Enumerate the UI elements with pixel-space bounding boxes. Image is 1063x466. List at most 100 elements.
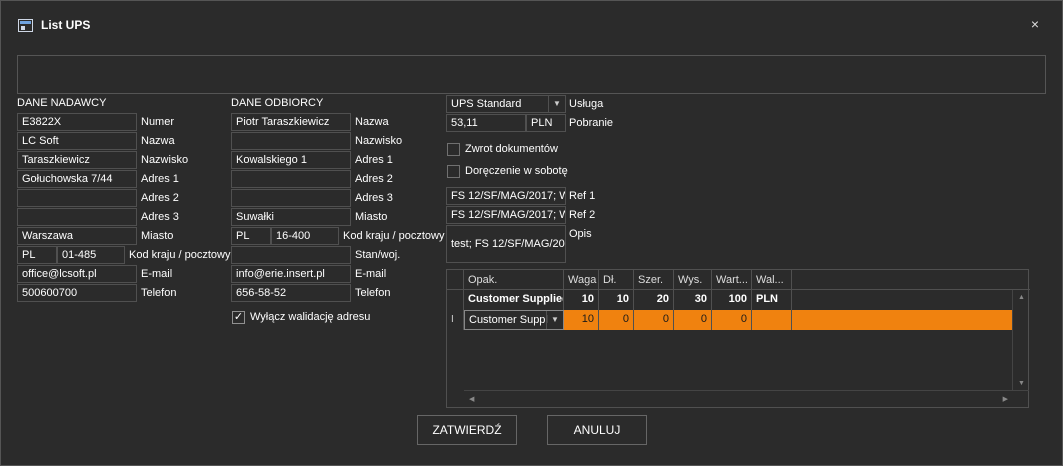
service-select-value: UPS Standard: [451, 98, 522, 110]
recipient-postal-label: Kod kraju / pocztowy: [343, 230, 445, 242]
cell-width[interactable]: 20: [634, 290, 674, 310]
close-icon[interactable]: ×: [1028, 17, 1042, 31]
recipient-email-label: E-mail: [355, 268, 387, 280]
recipient-phone-label: Telefon: [355, 287, 391, 299]
cell-currency[interactable]: [752, 310, 792, 330]
service-select[interactable]: UPS Standard ▼: [446, 95, 566, 113]
col-header-value[interactable]: Wart...: [712, 270, 752, 290]
cell-package-type-editor[interactable]: Customer Suppl ▼: [464, 310, 564, 330]
chevron-down-icon[interactable]: ▼: [548, 96, 565, 112]
sender-address1-label: Adres 1: [141, 173, 179, 185]
sender-city-field[interactable]: Warszawa: [17, 227, 137, 245]
recipient-email-field[interactable]: info@erie.insert.pl: [231, 265, 351, 283]
recipient-heading: DANE ODBIORCY: [231, 97, 324, 109]
ref2-label: Ref 2: [569, 209, 596, 221]
sender-address2-field[interactable]: [17, 189, 137, 207]
sender-surname-field[interactable]: Taraszkiewicz: [17, 151, 137, 169]
vertical-scrollbar[interactable]: ▲ ▼: [1012, 290, 1028, 391]
col-header-weight[interactable]: Waga: [564, 270, 599, 290]
cell-height[interactable]: 0: [674, 310, 712, 330]
recipient-name-label: Nazwa: [355, 116, 389, 128]
packages-grid[interactable]: Opak. Waga Dł. Szer. Wys. Wart... Wal...…: [446, 269, 1030, 408]
scroll-right-icon[interactable]: ▶: [1003, 395, 1008, 403]
service-label: Usługa: [569, 98, 604, 110]
sender-email-label: E-mail: [141, 268, 173, 280]
cell-weight[interactable]: 10: [564, 290, 599, 310]
disable-validation-label: Wyłącz walidację adresu: [250, 311, 371, 323]
sender-city-label: Miasto: [141, 230, 174, 242]
sender-heading: DANE NADAWCY: [17, 97, 107, 109]
recipient-city-label: Miasto: [355, 211, 388, 223]
recipient-address1-field[interactable]: Kowalskiego 1: [231, 151, 351, 169]
row-filler: [792, 310, 1013, 330]
recipient-address2-label: Adres 2: [355, 173, 393, 185]
recipient-address3-field[interactable]: [231, 189, 351, 207]
cod-currency-field[interactable]: PLN: [526, 114, 566, 132]
scroll-up-icon[interactable]: ▲: [1018, 294, 1025, 301]
sender-email-field[interactable]: office@lcsoft.pl: [17, 265, 137, 283]
cell-package-type[interactable]: Customer Supplied: [464, 290, 564, 310]
sender-name-field[interactable]: LC Soft: [17, 132, 137, 150]
sender-number-label: Numer: [141, 116, 175, 128]
sender-address3-field[interactable]: [17, 208, 137, 226]
recipient-state-label: Stan/woj.: [355, 249, 401, 261]
col-header-length[interactable]: Dł.: [599, 270, 634, 290]
cell-weight[interactable]: 10: [564, 310, 599, 330]
ref1-label: Ref 1: [569, 190, 596, 202]
sender-address2-label: Adres 2: [141, 192, 179, 204]
col-header-filler: [792, 270, 1030, 290]
cancel-button[interactable]: ANULUJ: [547, 415, 647, 445]
return-docs-label: Zwrot dokumentów: [465, 143, 558, 155]
sender-phone-label: Telefon: [141, 287, 177, 299]
cell-height[interactable]: 30: [674, 290, 712, 310]
saturday-delivery-label: Doręczenie w sobotę: [465, 165, 568, 177]
grid-corner-header: [447, 270, 464, 290]
sender-postal-label: Kod kraju / pocztowy: [129, 249, 231, 261]
cell-length[interactable]: 0: [599, 310, 634, 330]
recipient-address2-field[interactable]: [231, 170, 351, 188]
col-header-height[interactable]: Wys.: [674, 270, 712, 290]
cell-value[interactable]: 0: [712, 310, 752, 330]
cod-label: Pobranie: [569, 117, 614, 129]
recipient-surname-field[interactable]: [231, 132, 351, 150]
sender-number-field[interactable]: E3822X: [17, 113, 137, 131]
cod-amount-field[interactable]: 53,11: [446, 114, 526, 132]
recipient-city-field[interactable]: Suwałki: [231, 208, 351, 226]
ref2-field[interactable]: FS 12/SF/MAG/2017; WZ: [446, 206, 566, 224]
edit-row-indicator-icon[interactable]: I: [447, 310, 464, 330]
cell-currency[interactable]: PLN: [752, 290, 792, 310]
saturday-delivery-checkbox[interactable]: [447, 165, 460, 178]
sender-postal-field[interactable]: 01-485: [57, 246, 125, 264]
cell-package-type-value: Customer Suppl: [469, 314, 548, 326]
description-label: Opis: [569, 228, 592, 240]
col-header-package[interactable]: Opak.: [464, 270, 564, 290]
cell-width[interactable]: 0: [634, 310, 674, 330]
ref1-field[interactable]: FS 12/SF/MAG/2017; WZ: [446, 187, 566, 205]
recipient-address3-label: Adres 3: [355, 192, 393, 204]
recipient-state-field[interactable]: [231, 246, 351, 264]
scroll-left-icon[interactable]: ◀: [469, 395, 474, 403]
recipient-name-field[interactable]: Piotr Taraszkiewicz: [231, 113, 351, 131]
recipient-country-field[interactable]: PL: [231, 227, 271, 245]
row-header[interactable]: [447, 290, 464, 310]
horizontal-scrollbar[interactable]: ◀ ▶: [464, 390, 1029, 407]
col-header-width[interactable]: Szer.: [634, 270, 674, 290]
sender-surname-label: Nazwisko: [141, 154, 189, 166]
return-docs-checkbox[interactable]: [447, 143, 460, 156]
sender-address1-field[interactable]: Gołuchowska 7/44: [17, 170, 137, 188]
scroll-down-icon[interactable]: ▼: [1018, 380, 1025, 387]
sender-phone-field[interactable]: 500600700: [17, 284, 137, 302]
message-panel: [17, 55, 1046, 94]
sender-address3-label: Adres 3: [141, 211, 179, 223]
disable-validation-checkbox[interactable]: ✓: [232, 311, 245, 324]
window-app-icon: [18, 19, 33, 32]
recipient-postal-field[interactable]: 16-400: [271, 227, 339, 245]
cell-length[interactable]: 10: [599, 290, 634, 310]
col-header-currency[interactable]: Wal...: [752, 270, 792, 290]
sender-country-field[interactable]: PL: [17, 246, 57, 264]
cell-value[interactable]: 100: [712, 290, 752, 310]
confirm-button[interactable]: ZATWIERDŹ: [417, 415, 517, 445]
description-field[interactable]: test; FS 12/SF/MAG/2017: [446, 225, 566, 263]
recipient-phone-field[interactable]: 656-58-52: [231, 284, 351, 302]
chevron-down-icon[interactable]: ▼: [546, 311, 563, 329]
